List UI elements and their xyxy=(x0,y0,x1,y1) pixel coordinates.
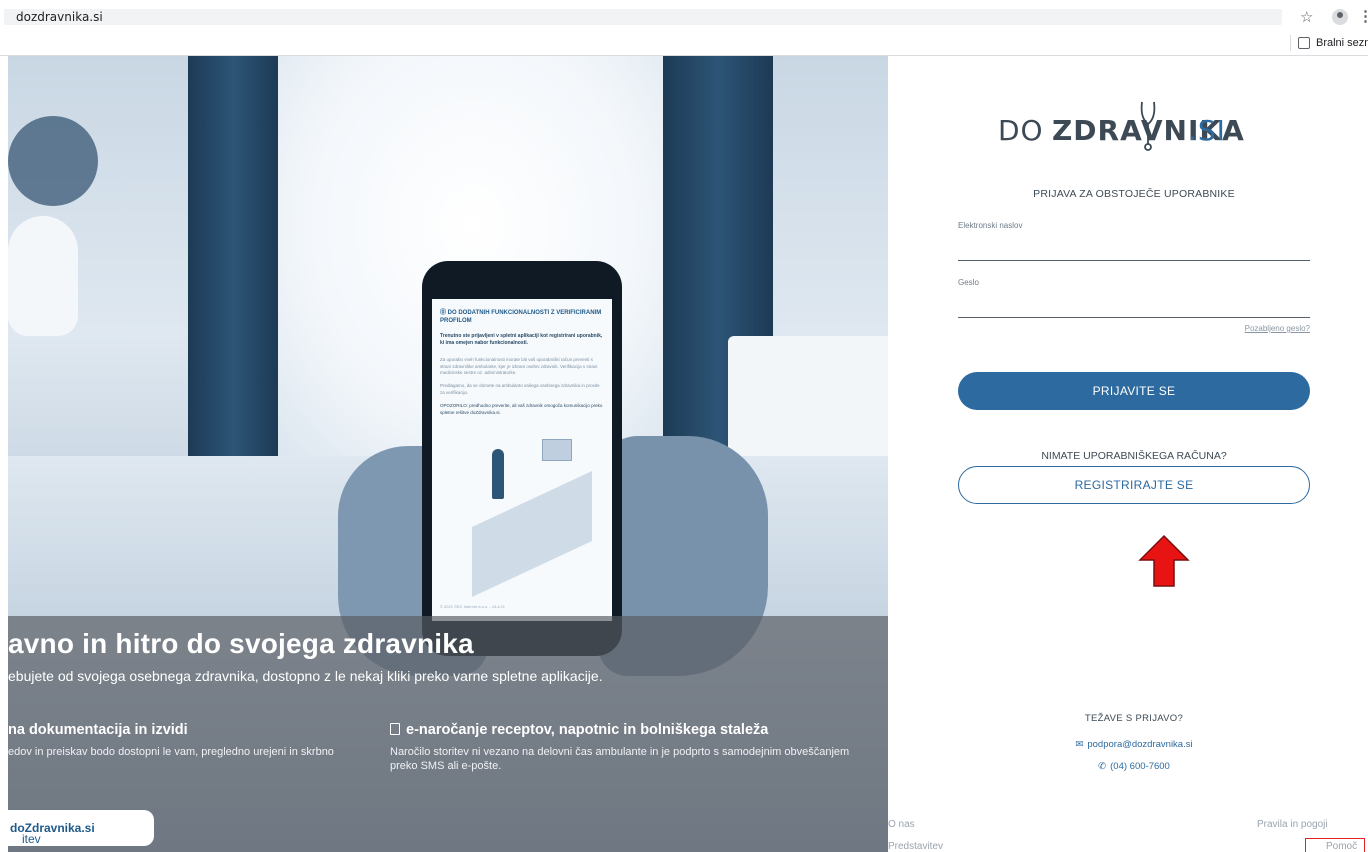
profile-icon[interactable] xyxy=(1332,9,1348,25)
phone-screen-para-2: Predlagamo, da se obrnete na ambulanto v… xyxy=(440,383,600,395)
illustration-monitor xyxy=(542,439,572,461)
annotation-arrow-icon xyxy=(1138,534,1190,587)
bookmarks-bar: Bralni seznam xyxy=(0,30,1368,56)
email-underline xyxy=(958,260,1310,261)
browser-toolbar: dozdravnika.si ☆ ⋮ xyxy=(0,0,1368,30)
address-text: dozdravnika.si xyxy=(16,10,103,24)
feature-title-documents: na dokumentacija in izvidi xyxy=(8,722,188,738)
logo-do: DO xyxy=(998,114,1044,147)
login-help-title: TEŽAVE S PRIJAVO? xyxy=(1084,713,1184,724)
feature-text-e-ordering: Naročilo storitev ni vezano na delovni č… xyxy=(390,746,850,772)
site-logo[interactable]: DO ZDRAVNIKA .SI xyxy=(998,101,1258,160)
logo-si: .SI xyxy=(1188,114,1226,147)
menu-kebab-icon[interactable]: ⋮ xyxy=(1358,7,1368,25)
forgot-password-link[interactable]: Pozabljeno geslo? xyxy=(1200,324,1310,333)
stethoscope-icon xyxy=(1140,101,1156,151)
feature-text-documents: edov in preiskav bodo dostopni le vam, p… xyxy=(8,746,334,758)
reading-list-icon[interactable] xyxy=(1298,37,1310,49)
phone-icon: ✆ xyxy=(1098,761,1107,772)
phone-screen-heading: ⓪ DO DODATNIH FUNKCIONALNOSTI Z VERIFICI… xyxy=(440,310,602,324)
password-label: Geslo xyxy=(958,278,979,287)
document-icon xyxy=(390,723,400,735)
email-label: Elektronski naslov xyxy=(958,221,1023,230)
phone-mockup: ⓪ DO DODATNIH FUNKCIONALNOSTI Z VERIFICI… xyxy=(422,261,622,656)
password-underline xyxy=(958,317,1310,318)
register-button[interactable]: REGISTRIRAJTE SE xyxy=(958,466,1310,504)
bed-headboard xyxy=(728,336,888,456)
support-email-text: podpora@dozdravnika.si xyxy=(1087,739,1193,750)
hero-section: ⓪ DO DODATNIH FUNKCIONALNOSTI Z VERIFICI… xyxy=(8,56,888,852)
presentation-cta-button[interactable]: itev doZdravnika.si xyxy=(8,810,154,846)
phone-screen-para-1: Za uporabo vseh funkcionalnosti morate b… xyxy=(440,357,598,375)
feature-title-e-ordering: e-naročanje receptov, napotnic in bolniš… xyxy=(390,722,768,738)
illustration-desk xyxy=(472,471,592,597)
no-account-text: NIMATE UPORABNIŠKEGA RAČUNA? xyxy=(1041,450,1227,462)
lamp-decor xyxy=(8,216,78,336)
annotation-highlight-box xyxy=(1305,838,1365,852)
login-button[interactable]: PRIJAVITE SE xyxy=(958,372,1310,410)
hero-subtitle: ebujete od svojega osebnega zdravnika, d… xyxy=(8,668,603,684)
phone-screen-para-3: OPOZORILO: predhodno preverite, ali vaš … xyxy=(440,403,603,415)
curtain-left xyxy=(188,56,278,486)
reading-list-label[interactable]: Bralni seznam xyxy=(1316,37,1368,49)
feature-title-e-ordering-text: e-naročanje receptov, napotnic in bolniš… xyxy=(406,722,769,738)
support-phone[interactable]: ✆ (04) 600-7600 xyxy=(958,761,1310,772)
login-heading: PRIJAVA ZA OBSTOJEČE UPORABNIKE xyxy=(1033,188,1235,200)
bookmark-star-icon[interactable]: ☆ xyxy=(1300,8,1313,26)
mail-icon: ✉ xyxy=(1075,739,1084,750)
cta-label: itev doZdravnika.si xyxy=(10,821,95,846)
cta-prefix: itev xyxy=(22,832,41,846)
footer-terms-link[interactable]: Pravila in pogoji xyxy=(1257,819,1328,830)
plant-decor xyxy=(8,116,98,206)
footer-presentation-link[interactable]: Predstavitev xyxy=(888,841,943,852)
hero-title: avno in hitro do svojega zdravnika xyxy=(8,628,474,659)
email-field[interactable] xyxy=(958,240,1310,258)
support-phone-text: (04) 600-7600 xyxy=(1110,761,1170,772)
phone-screen-illustration xyxy=(452,429,592,597)
bookmarks-separator xyxy=(1290,35,1291,51)
support-email[interactable]: ✉ podpora@dozdravnika.si xyxy=(958,739,1310,750)
password-field[interactable] xyxy=(958,297,1310,315)
phone-screen: ⓪ DO DODATNIH FUNKCIONALNOSTI Z VERIFICI… xyxy=(432,299,612,621)
address-bar[interactable]: dozdravnika.si xyxy=(4,9,1282,25)
footer-about-link[interactable]: O nas xyxy=(888,819,915,830)
phone-screen-footer: © 2021 SRC Internet d.o.o. - v3.4.21 xyxy=(440,604,505,609)
illustration-person xyxy=(492,449,504,499)
phone-screen-subheading: Trenutno ste prijavljeni v spletni aplik… xyxy=(440,333,603,346)
